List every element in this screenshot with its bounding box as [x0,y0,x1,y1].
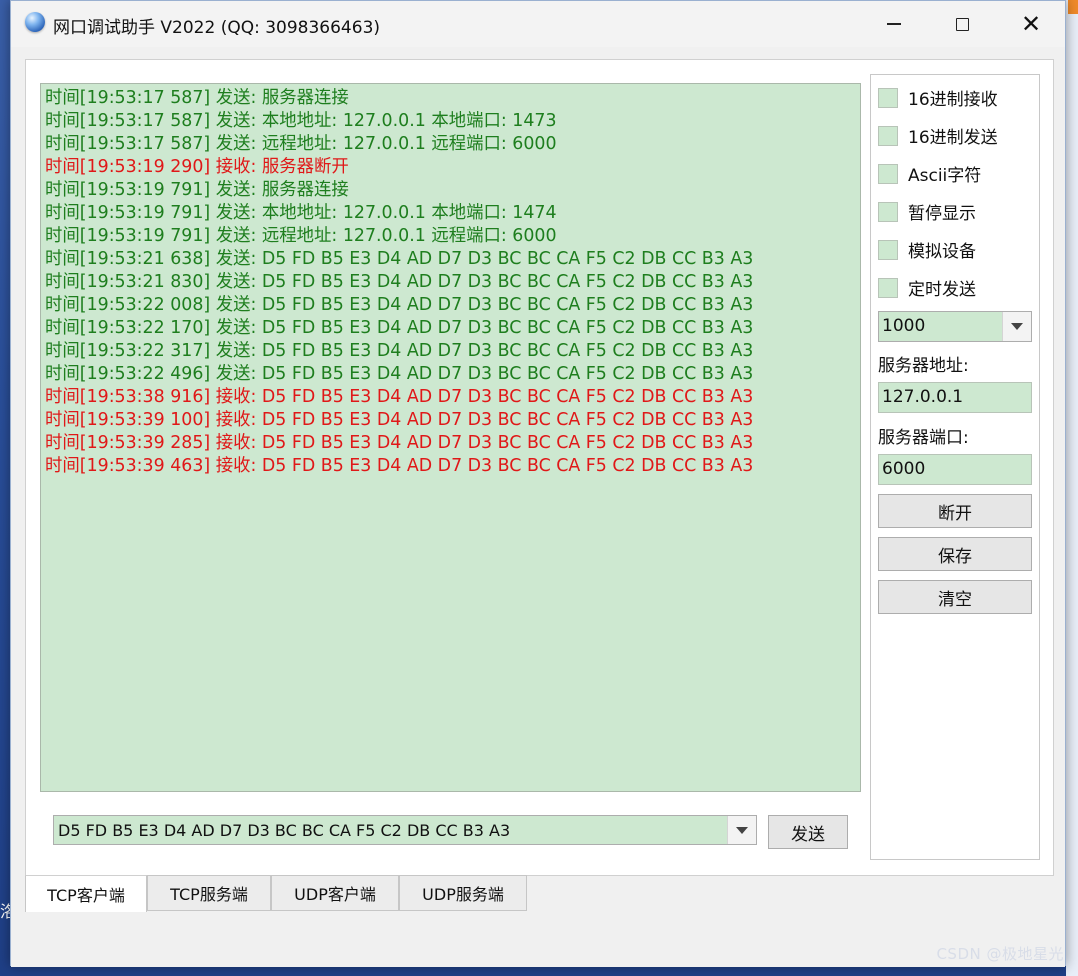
log-line: 时间[19:53:39 285] 接收: D5 FD B5 E3 D4 AD D… [45,433,754,453]
app-globe-icon [25,12,45,32]
send-data-value: D5 FD B5 E3 D4 AD D7 D3 BC BC CA F5 C2 D… [58,821,511,840]
title-bar[interactable]: 网口调试助手 V2022 (QQ: 3098366463) ✕ [11,1,1065,47]
tab-tcp-client[interactable]: TCP客户端 [25,875,147,912]
interval-dropdown-button[interactable] [1002,312,1031,341]
checkbox-ascii[interactable]: Ascii字符 [878,161,981,186]
save-button[interactable]: 保存 [878,537,1032,571]
log-line: 时间[19:53:22 317] 发送: D5 FD B5 E3 D4 AD D… [45,341,754,361]
desktop-right-edge [1066,0,1078,976]
log-line: 时间[19:53:22 170] 发送: D5 FD B5 E3 D4 AD D… [45,318,754,338]
tab-page-tcp-client: 时间[19:53:17 587] 发送: 服务器连接时间[19:53:17 58… [25,59,1054,876]
maximize-button[interactable] [932,1,992,47]
interval-combobox[interactable]: 1000 [878,311,1032,342]
log-line: 时间[19:53:19 791] 发送: 远程地址: 127.0.0.1 远程端… [45,226,557,246]
log-line: 时间[19:53:17 587] 发送: 远程地址: 127.0.0.1 远程端… [45,134,557,154]
log-line: 时间[19:53:19 290] 接收: 服务器断开 [45,157,349,177]
main-window: 网口调试助手 V2022 (QQ: 3098366463) ✕ 时间[19:53… [10,0,1066,967]
send-button[interactable]: 发送 [768,815,848,849]
chevron-down-icon [736,826,748,834]
checkbox-label: 16进制发送 [908,128,998,148]
checkbox-timed-send[interactable]: 定时发送 [878,275,976,300]
send-data-combobox[interactable]: D5 FD B5 E3 D4 AD D7 D3 BC BC CA F5 C2 D… [53,815,757,845]
server-address-input[interactable]: 127.0.0.1 [878,382,1032,413]
checkbox-box[interactable] [878,277,898,298]
tab-udp-client[interactable]: UDP客户端 [271,875,399,911]
settings-panel: 16进制接收 16进制发送 Ascii字符 暂停显示 模拟设备 定时发送 100… [870,74,1040,860]
close-button[interactable]: ✕ [1001,1,1061,47]
log-line: 时间[19:53:22 496] 发送: D5 FD B5 E3 D4 AD D… [45,364,754,384]
window-title: 网口调试助手 V2022 (QQ: 3098366463) [53,18,381,38]
checkbox-box[interactable] [878,87,898,108]
desktop-fragment [1068,0,1078,14]
minimize-button[interactable] [864,1,924,47]
disconnect-button[interactable]: 断开 [878,494,1032,528]
checkbox-hex-receive[interactable]: 16进制接收 [878,85,998,110]
log-line: 时间[19:53:38 916] 接收: D5 FD B5 E3 D4 AD D… [45,387,754,407]
checkbox-box[interactable] [878,125,898,146]
log-line: 时间[19:53:39 463] 接收: D5 FD B5 E3 D4 AD D… [45,456,754,476]
checkbox-pause-display[interactable]: 暂停显示 [878,199,976,224]
client-area: 时间[19:53:17 587] 发送: 服务器连接时间[19:53:17 58… [11,47,1065,967]
checkbox-box[interactable] [878,201,898,222]
server-port-input[interactable]: 6000 [878,454,1032,485]
log-line: 时间[19:53:19 791] 发送: 本地地址: 127.0.0.1 本地端… [45,203,557,223]
server-port-label: 服务器端口: [878,428,969,448]
checkbox-label: 暂停显示 [908,204,976,224]
maximize-icon [955,17,969,31]
chevron-down-icon [1011,323,1023,330]
checkbox-label: 模拟设备 [908,242,976,262]
interval-value: 1000 [882,316,926,336]
log-line: 时间[19:53:17 587] 发送: 本地地址: 127.0.0.1 本地端… [45,111,557,131]
clear-button[interactable]: 清空 [878,580,1032,614]
log-line: 时间[19:53:21 830] 发送: D5 FD B5 E3 D4 AD D… [45,272,754,292]
log-output[interactable]: 时间[19:53:17 587] 发送: 服务器连接时间[19:53:17 58… [40,83,861,792]
tab-tcp-server[interactable]: TCP服务端 [147,875,271,911]
minimize-icon [887,23,901,25]
checkbox-simulate-device[interactable]: 模拟设备 [878,237,976,262]
checkbox-hex-send[interactable]: 16进制发送 [878,123,998,148]
close-icon: ✕ [1020,10,1042,38]
checkbox-label: Ascii字符 [908,166,982,186]
checkbox-label: 定时发送 [908,280,976,300]
log-line: 时间[19:53:19 791] 发送: 服务器连接 [45,180,349,200]
send-data-dropdown-button[interactable] [727,816,756,844]
server-address-label: 服务器地址: [878,356,969,376]
log-line: 时间[19:53:17 587] 发送: 服务器连接 [45,88,349,108]
log-line: 时间[19:53:39 100] 接收: D5 FD B5 E3 D4 AD D… [45,410,754,430]
checkbox-box[interactable] [878,239,898,260]
checkbox-label: 16进制接收 [908,90,998,110]
log-line: 时间[19:53:22 008] 发送: D5 FD B5 E3 D4 AD D… [45,295,754,315]
tab-udp-server[interactable]: UDP服务端 [399,875,527,911]
log-line: 时间[19:53:21 638] 发送: D5 FD B5 E3 D4 AD D… [45,249,754,269]
checkbox-box[interactable] [878,163,898,184]
csdn-watermark: CSDN @极地星光 [936,945,1064,963]
